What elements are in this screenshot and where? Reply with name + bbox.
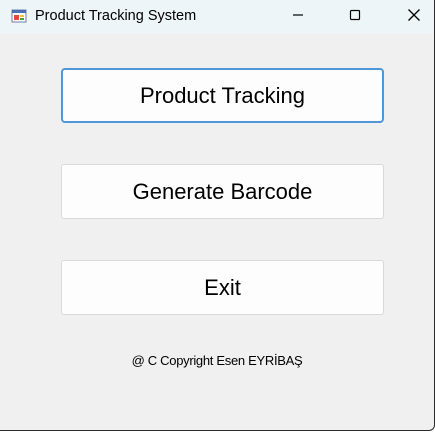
product-tracking-button[interactable]: Product Tracking — [61, 68, 384, 123]
main-window: Product Tracking System Product Tracking… — [0, 0, 435, 431]
close-button[interactable] — [391, 0, 434, 34]
close-icon — [407, 8, 421, 27]
generate-barcode-button[interactable]: Generate Barcode — [61, 164, 384, 219]
title-bar[interactable]: Product Tracking System — [0, 0, 434, 34]
app-window-icon — [11, 8, 27, 24]
maximize-button[interactable] — [332, 0, 378, 34]
exit-button[interactable]: Exit — [61, 260, 384, 315]
maximize-icon — [349, 8, 361, 26]
copyright-label: @ C Copyright Esen EYRİBAŞ — [131, 353, 303, 368]
minimize-button[interactable] — [275, 0, 321, 34]
window-title: Product Tracking System — [35, 8, 197, 24]
minimize-icon — [292, 8, 304, 26]
